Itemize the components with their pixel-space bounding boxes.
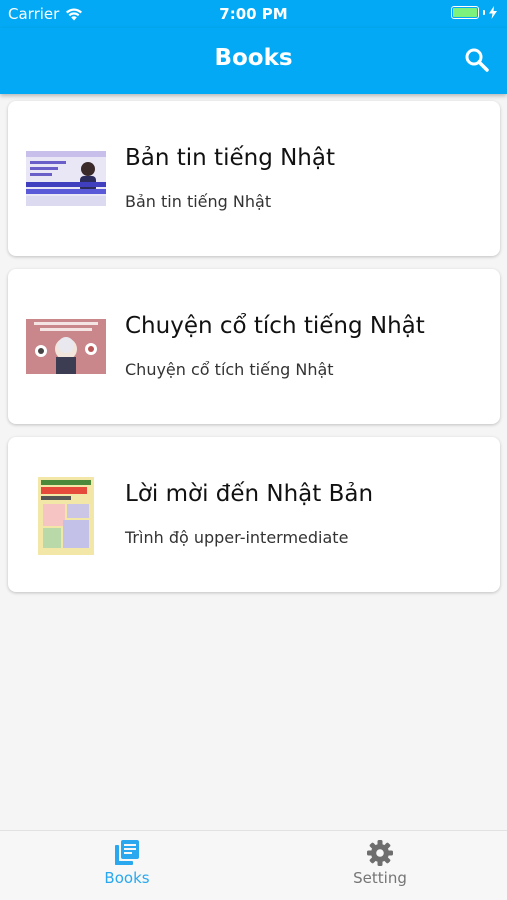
battery-icon bbox=[451, 6, 479, 19]
book-list: Bản tin tiếng Nhật Bản tin tiếng Nhật Ch… bbox=[8, 101, 500, 605]
book-card[interactable]: Bản tin tiếng Nhật Bản tin tiếng Nhật bbox=[8, 101, 500, 256]
book-title: Bản tin tiếng Nhật bbox=[125, 145, 335, 171]
books-icon bbox=[115, 840, 139, 865]
search-icon bbox=[465, 48, 489, 72]
book-thumbnail bbox=[26, 151, 106, 206]
tab-setting[interactable]: Setting bbox=[320, 839, 440, 887]
search-button[interactable] bbox=[463, 46, 491, 74]
book-thumbnail bbox=[26, 319, 106, 374]
battery-nub bbox=[483, 10, 485, 15]
app-bar: Books bbox=[0, 28, 507, 94]
book-card[interactable]: Chuyện cổ tích tiếng Nhật Chuyện cổ tích… bbox=[8, 269, 500, 424]
book-title: Chuyện cổ tích tiếng Nhật bbox=[125, 313, 425, 339]
gear-icon bbox=[367, 840, 393, 866]
book-subtitle: Chuyện cổ tích tiếng Nhật bbox=[125, 360, 334, 379]
bottom-navigation: Books Setting bbox=[0, 830, 507, 900]
tab-books[interactable]: Books bbox=[67, 839, 187, 887]
tab-books-label: Books bbox=[104, 869, 150, 887]
tab-setting-label: Setting bbox=[353, 869, 407, 887]
status-time: 7:00 PM bbox=[219, 5, 288, 23]
charging-bolt-icon bbox=[489, 6, 497, 19]
book-thumbnail bbox=[38, 477, 94, 555]
book-subtitle: Trình độ upper-intermediate bbox=[125, 528, 349, 547]
book-title: Lời mời đến Nhật Bản bbox=[125, 481, 374, 507]
book-subtitle: Bản tin tiếng Nhật bbox=[125, 192, 272, 211]
book-card[interactable]: Lời mời đến Nhật Bản Trình độ upper-inte… bbox=[8, 437, 500, 592]
page-title: Books bbox=[214, 45, 293, 71]
status-right bbox=[451, 6, 497, 19]
status-bar: Carrier 7:00 PM bbox=[0, 0, 507, 28]
